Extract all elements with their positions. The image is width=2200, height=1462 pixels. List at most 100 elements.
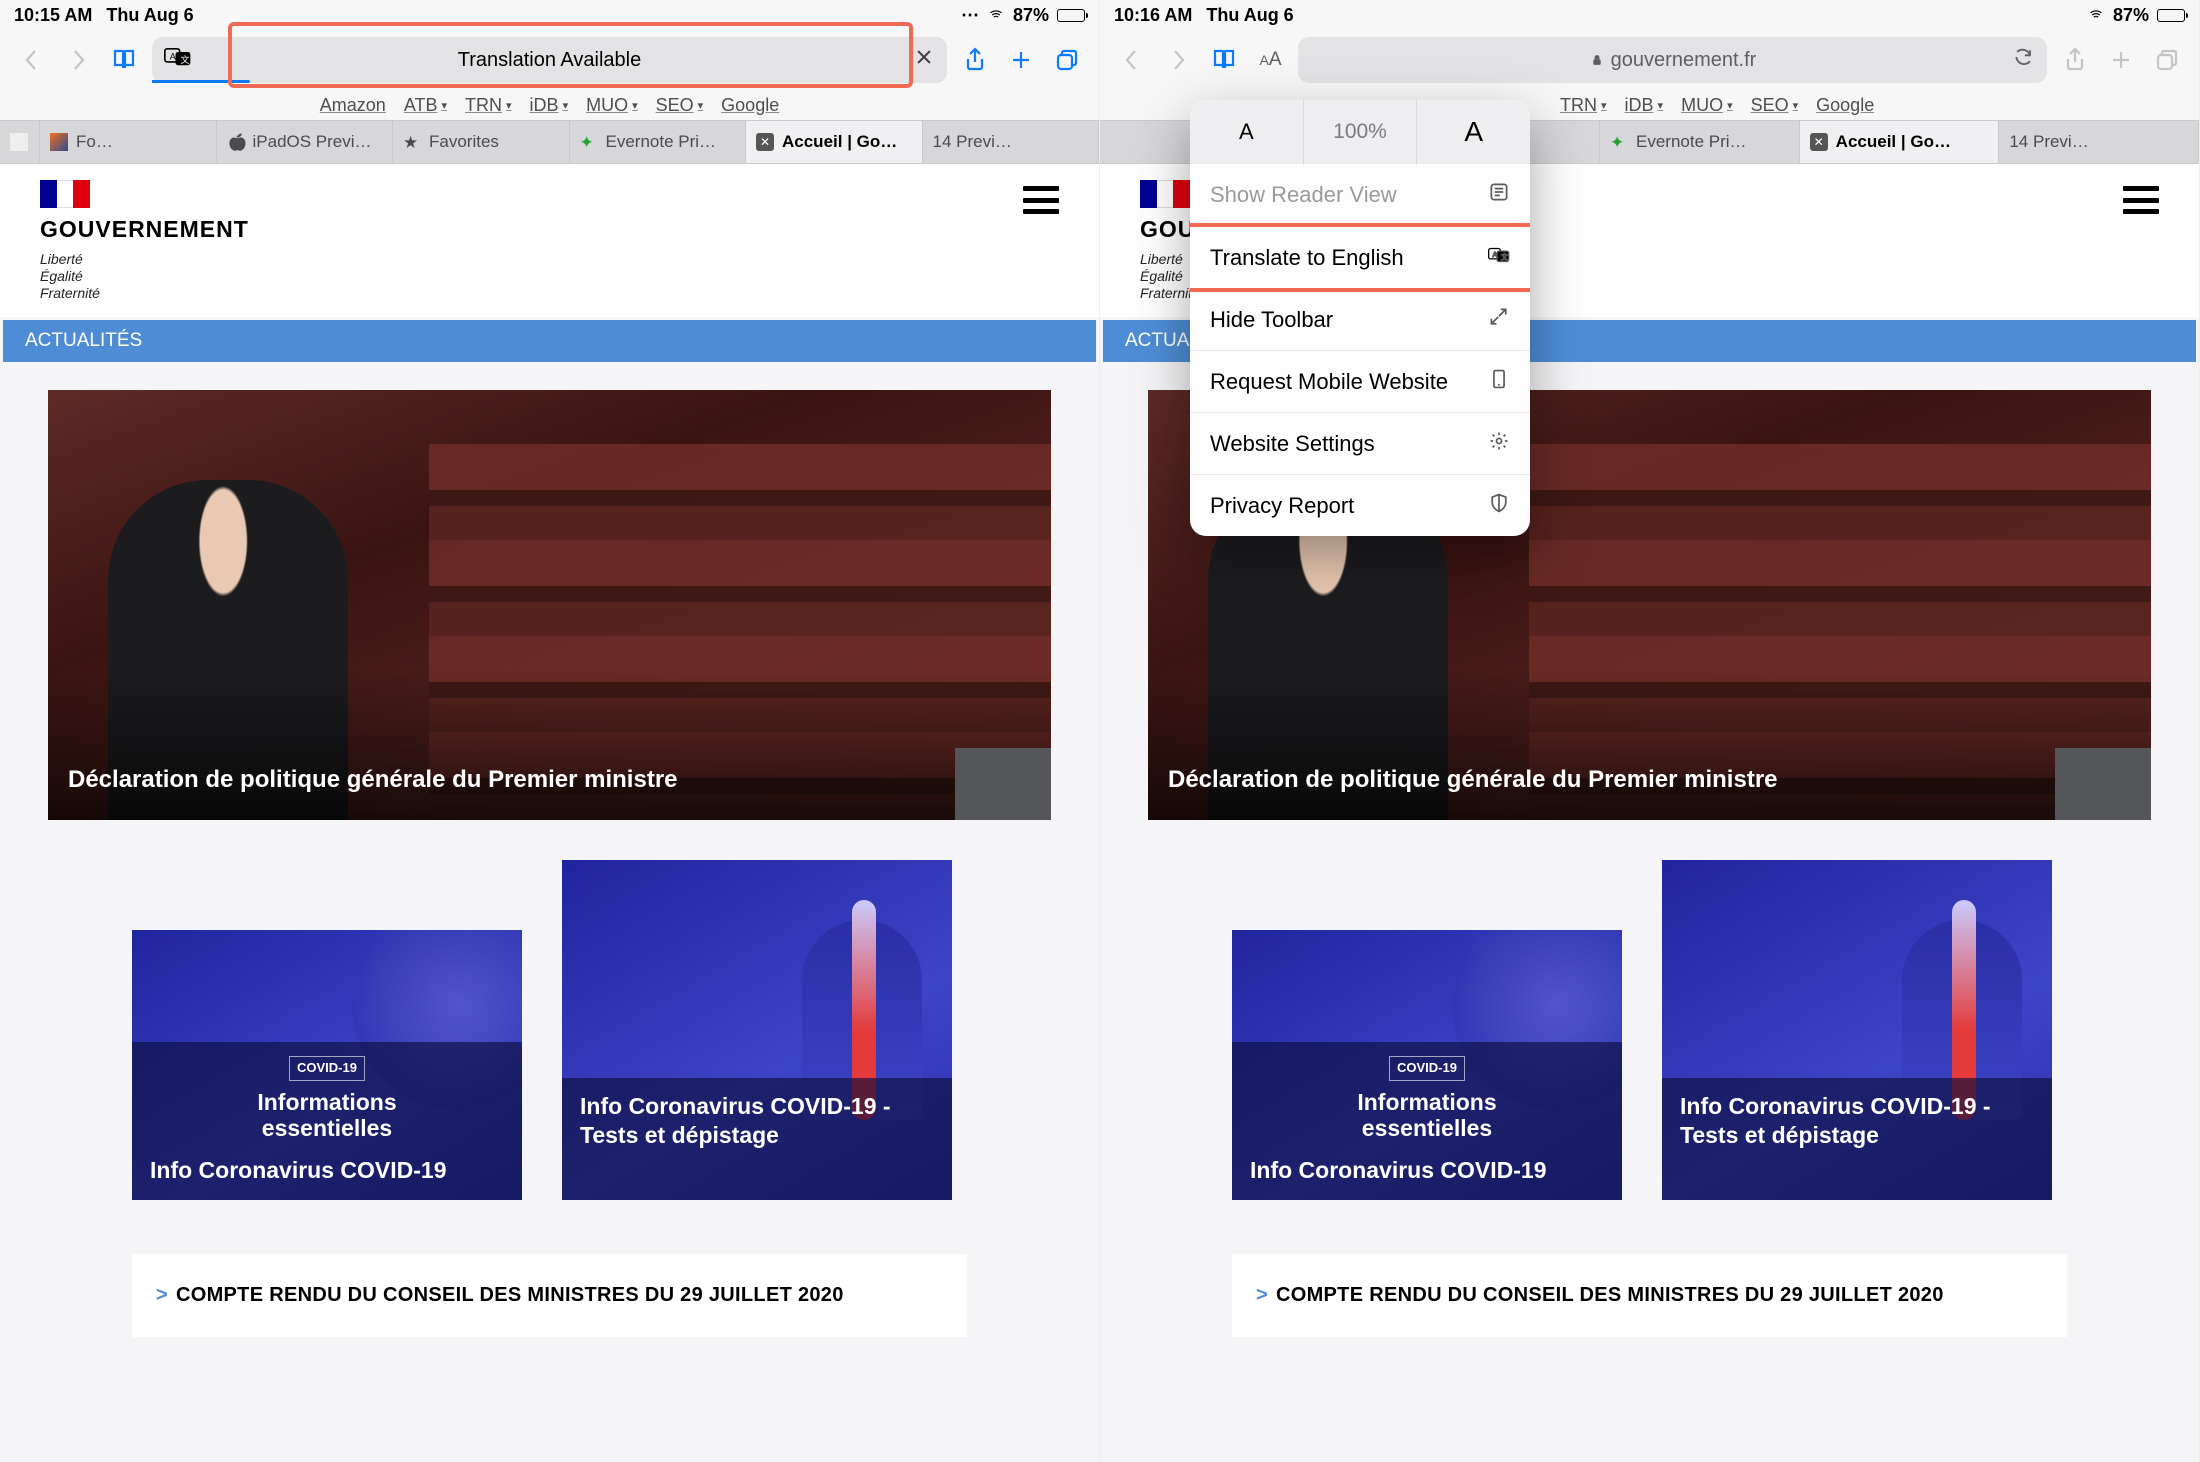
decrease-text-button[interactable]: A xyxy=(1190,100,1304,164)
reader-view-row[interactable]: Show Reader View xyxy=(1190,164,1530,226)
close-tab-icon[interactable]: ✕ xyxy=(1810,133,1828,151)
share-button[interactable] xyxy=(957,42,993,78)
fav-item[interactable]: iDB▾ xyxy=(530,95,569,116)
svg-text:A: A xyxy=(170,51,177,61)
hero-article[interactable]: Déclaration de politique générale du Pre… xyxy=(48,390,1051,820)
battery-icon xyxy=(2157,9,2185,22)
fav-item[interactable]: Google xyxy=(721,95,779,116)
aa-popover: A 100% A Show Reader View Translate to E… xyxy=(1190,100,1530,536)
fav-item[interactable]: SEO▾ xyxy=(1751,95,1799,116)
phone-icon xyxy=(1488,368,1510,396)
evernote-icon: ✦ xyxy=(580,133,598,151)
website-settings-row[interactable]: Website Settings xyxy=(1190,412,1530,474)
fav-item[interactable]: Amazon xyxy=(320,95,386,116)
shield-icon xyxy=(1488,492,1510,520)
tab[interactable] xyxy=(0,121,40,163)
tab[interactable]: 14 Previ… xyxy=(1999,121,2199,163)
address-bar[interactable]: gouvernement.fr xyxy=(1298,37,2047,83)
flag-icon xyxy=(40,180,90,208)
load-progress xyxy=(152,80,250,83)
tab[interactable]: ✦Evernote Pri… xyxy=(570,121,747,163)
status-bar: 10:16 AM Thu Aug 6 87% xyxy=(1100,0,2199,30)
zoom-level[interactable]: 100% xyxy=(1304,100,1418,164)
new-tab-button[interactable] xyxy=(2103,42,2139,78)
compte-rendu-link[interactable]: >COMPTE RENDU DU CONSEIL DES MINISTRES D… xyxy=(1232,1254,2067,1337)
site-logo[interactable]: GOUVERNEMENT LibertéÉgalitéFraternité xyxy=(40,180,249,301)
status-time: 10:16 AM xyxy=(1114,5,1192,26)
text-size-controls: A 100% A xyxy=(1190,100,1530,164)
fav-item[interactable]: TRN▾ xyxy=(465,95,512,116)
tab[interactable]: 14 Previ… xyxy=(923,121,1100,163)
fav-item[interactable]: MUO▾ xyxy=(1681,95,1733,116)
tabs-button[interactable] xyxy=(1049,42,1085,78)
site-motto: LibertéÉgalitéFraternité xyxy=(40,251,249,301)
wifi-icon xyxy=(2087,8,2105,22)
hero-caption: Déclaration de politique générale du Pre… xyxy=(1168,766,1778,794)
tab[interactable]: 🍎︎iPadOS Previ… xyxy=(217,121,394,163)
back-button[interactable] xyxy=(14,42,50,78)
evernote-icon: ✦ xyxy=(1610,133,1628,151)
toolbar: A文 Translation Available xyxy=(0,30,1099,90)
hero-caption: Déclaration de politique générale du Pre… xyxy=(68,766,678,794)
reader-icon xyxy=(1488,181,1510,209)
tab[interactable]: Fo… xyxy=(40,121,217,163)
hide-toolbar-row[interactable]: Hide Toolbar xyxy=(1190,288,1530,350)
clear-address-icon[interactable] xyxy=(913,46,935,74)
bookmarks-button[interactable] xyxy=(106,42,142,78)
battery-pct: 87% xyxy=(1013,5,1049,26)
fav-item[interactable]: TRN▾ xyxy=(1560,95,1607,116)
tab-active[interactable]: ✕Accueil | Go… xyxy=(1800,121,2000,163)
text-size-button[interactable]: AA xyxy=(1252,42,1288,78)
card-covid-tests[interactable]: Info Coronavirus COVID-19 - Tests et dép… xyxy=(1662,860,2052,1200)
translate-row[interactable]: Translate to English A文 xyxy=(1190,226,1530,288)
back-button[interactable] xyxy=(1114,42,1150,78)
status-time: 10:15 AM xyxy=(14,5,92,26)
chevron-right-icon: > xyxy=(1256,1284,1268,1306)
expand-icon xyxy=(1488,306,1510,334)
fav-item[interactable]: MUO▾ xyxy=(586,95,638,116)
address-label: Translation Available xyxy=(458,49,641,72)
battery-pct: 87% xyxy=(2113,5,2149,26)
svg-text:A: A xyxy=(1493,250,1498,258)
chevron-right-icon: > xyxy=(156,1284,168,1306)
svg-text:文: 文 xyxy=(180,54,189,65)
status-date: Thu Aug 6 xyxy=(1206,5,1293,26)
privacy-report-row[interactable]: Privacy Report xyxy=(1190,474,1530,536)
star-icon: ★ xyxy=(403,133,421,151)
forward-button[interactable] xyxy=(1160,42,1196,78)
share-button[interactable] xyxy=(2057,42,2093,78)
fav-item[interactable]: ATB▾ xyxy=(404,95,447,116)
close-tab-icon[interactable]: ✕ xyxy=(756,133,774,151)
fav-item[interactable]: iDB▾ xyxy=(1625,95,1664,116)
card-covid-info[interactable]: COVID-19 Informationsessentielles Info C… xyxy=(1232,930,1622,1200)
left-screenshot: 10:15 AM Thu Aug 6 ⋯ 87% A文 Translation … xyxy=(0,0,1100,1462)
forward-button[interactable] xyxy=(60,42,96,78)
site-header: GOUVERNEMENT LibertéÉgalitéFraternité xyxy=(0,164,1099,317)
hero-thumb xyxy=(955,748,1051,820)
address-bar[interactable]: A文 Translation Available xyxy=(152,37,947,83)
new-tab-button[interactable] xyxy=(1003,42,1039,78)
request-mobile-row[interactable]: Request Mobile Website xyxy=(1190,350,1530,412)
status-date: Thu Aug 6 xyxy=(106,5,193,26)
card-covid-tests[interactable]: Info Coronavirus COVID-19 - Tests et dép… xyxy=(562,860,952,1200)
favorites-bar: Amazon ATB▾ TRN▾ iDB▾ MUO▾ SEO▾ Google xyxy=(0,90,1099,120)
menu-button[interactable] xyxy=(2123,186,2159,214)
tab[interactable]: ✦Evernote Pri… xyxy=(1600,121,1800,163)
site-brand: GOUVERNEMENT xyxy=(40,216,249,243)
translate-icon: A文 xyxy=(1488,244,1510,272)
tabs-button[interactable] xyxy=(2149,42,2185,78)
tab-active[interactable]: ✕Accueil | Go… xyxy=(746,121,923,163)
card-covid-info[interactable]: COVID-19 Informationsessentielles COVID-… xyxy=(132,930,522,1200)
fav-item[interactable]: Google xyxy=(1816,95,1874,116)
reload-icon[interactable] xyxy=(2013,46,2035,74)
increase-text-button[interactable]: A xyxy=(1417,100,1530,164)
page-content: GOUVERNEMENT LibertéÉgalitéFraternité AC… xyxy=(0,164,1099,1462)
cellular-icon: ⋯ xyxy=(961,5,979,26)
bookmarks-button[interactable] xyxy=(1206,42,1242,78)
tab[interactable]: ★Favorites xyxy=(393,121,570,163)
svg-text:文: 文 xyxy=(1501,252,1508,261)
translate-icon[interactable]: A文 xyxy=(164,47,192,73)
compte-rendu-link[interactable]: >COMPTE RENDU DU CONSEIL DES MINISTRES D… xyxy=(132,1254,967,1337)
menu-button[interactable] xyxy=(1023,186,1059,214)
fav-item[interactable]: SEO▾ xyxy=(656,95,704,116)
